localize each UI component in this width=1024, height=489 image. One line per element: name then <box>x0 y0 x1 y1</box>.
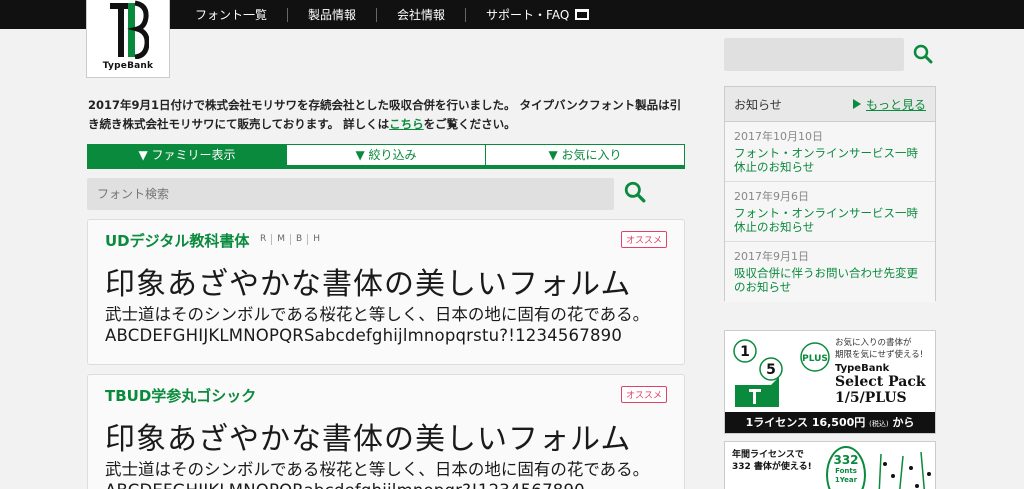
logo-text: TypeBank <box>102 61 154 71</box>
select-pack-message: お気に入りの書体が 期限を気にせず使える! <box>835 337 923 361</box>
annual-license-banner[interactable]: 年間ライセンスで 332 書体が使える! 332 Fonts 1Year <box>724 441 936 489</box>
weight-h[interactable]: H <box>307 234 325 245</box>
year-unit: 1Year <box>834 476 858 484</box>
notice-text-tail: をご覧ください。 <box>423 117 516 131</box>
plus-text: PLUS <box>802 354 828 364</box>
price-tail: から <box>892 416 915 429</box>
nav-support-faq[interactable]: サポート・FAQ <box>465 7 609 22</box>
font-search-icon[interactable] <box>624 181 646 203</box>
site-search-input[interactable] <box>724 38 904 71</box>
num-one-text: 1 <box>740 344 750 360</box>
triangle-right-icon <box>852 99 861 109</box>
decorative-glyphs-icon <box>878 451 931 489</box>
main-nav: フォント一覧 製品情報 会社情報 サポート・FAQ <box>175 0 609 29</box>
font-card[interactable]: TBUD学参丸ゴシック オススメ 印象あざやかな書体の美しいフォルム 武士道はそ… <box>87 374 685 489</box>
select-pack-title: Select Pack <box>835 374 926 390</box>
weight-r[interactable]: R <box>260 234 271 245</box>
news-link[interactable]: フォント・オンラインサービス一時休止のお知らせ <box>734 206 926 234</box>
recommend-badge: オススメ <box>620 386 667 403</box>
font-name[interactable]: TBUD学参丸ゴシック <box>105 385 256 406</box>
weight-b[interactable]: B <box>290 234 307 245</box>
font-count-badge: 332 Fonts 1Year <box>826 446 866 489</box>
recommend-badge: オススメ <box>620 231 667 248</box>
select-pack-banner[interactable]: 1 5 PLUS お気に入りの書体が 期限を気にせず使える! TypeBank … <box>724 330 936 434</box>
news-date: 2017年9月1日 <box>734 250 809 263</box>
num-five-text: 5 <box>766 362 776 378</box>
font-count: 332 <box>833 453 859 467</box>
notice-text: 2017年9月1日付けで株式会社モリサワを存続会社とした吸収合併を行いました。 … <box>88 98 682 131</box>
tab-filter[interactable]: ▼ 絞り込み <box>286 145 485 165</box>
annual-license-text: 年間ライセンスで 332 書体が使える! <box>732 449 812 473</box>
sample-alphanumeric: ABCDEFGHIJKLMNOPQRSabcdefghijlmnopqrstu?… <box>105 326 623 345</box>
view-tabs: ▼ ファミリー表示 ▼ 絞り込み ▼ お気に入り <box>87 144 685 169</box>
select-pack-price: 1ライセンス 16,500円 (税込) から <box>725 412 935 433</box>
select-pack-graphic-icon: 1 5 PLUS <box>733 339 830 407</box>
news-link[interactable]: 吸収合併に伴うお問い合わせ先変更のお知らせ <box>734 266 926 294</box>
nav-company[interactable]: 会社情報 <box>376 7 465 22</box>
news-header: お知らせ もっと見る <box>725 87 935 122</box>
news-panel: お知らせ もっと見る 2017年10月10日 フォント・オンラインサービス一時休… <box>724 86 936 302</box>
font-unit: Fonts <box>835 467 857 475</box>
font-card[interactable]: UDデジタル教科書体 R M B H オススメ 印象あざやかな書体の美しいフォル… <box>87 219 685 365</box>
sample-sentence: 武士道はそのシンボルである桜花と等しく、日本の地に固有の花である。 <box>105 305 650 324</box>
news-link[interactable]: フォント・オンラインサービス一時休止のお知らせ <box>734 146 926 174</box>
news-item[interactable]: 2017年9月6日 フォント・オンラインサービス一時休止のお知らせ <box>725 182 935 242</box>
select-pack-subtitle: 1/5/PLUS <box>835 390 907 406</box>
font-search-input[interactable] <box>87 178 614 210</box>
tab-family-view[interactable]: ▼ ファミリー表示 <box>88 145 286 165</box>
news-title: お知らせ <box>734 97 782 112</box>
news-item[interactable]: 2017年9月1日 吸収合併に伴うお問い合わせ先変更のお知らせ <box>725 242 935 302</box>
notice-link[interactable]: こちら <box>389 117 424 131</box>
logo-mark-icon <box>110 0 149 59</box>
price-main: 1ライセンス 16,500円 <box>745 416 866 429</box>
news-date: 2017年9月6日 <box>734 190 809 203</box>
weight-m[interactable]: M <box>271 234 290 245</box>
annual-line: 年間ライセンスで <box>732 450 804 460</box>
nav-products[interactable]: 製品情報 <box>287 7 376 22</box>
news-date: 2017年10月10日 <box>734 130 823 143</box>
nav-support-label: サポート・FAQ <box>486 7 570 22</box>
sample-alphanumeric: ABCDEFGHIJKLMNOPQRabcdefghijlmnopqr?!123… <box>105 481 585 489</box>
sample-sentence: 武士道はそのシンボルである桜花と等しく、日本の地に固有の花である。 <box>105 460 650 479</box>
site-search-icon[interactable] <box>913 44 933 64</box>
font-name[interactable]: UDデジタル教科書体 <box>105 230 249 251</box>
merger-notice: 2017年9月1日付けで株式会社モリサワを存続会社とした吸収合併を行いました。 … <box>88 96 688 134</box>
weight-list: R M B H <box>260 234 325 245</box>
news-item[interactable]: 2017年10月10日 フォント・オンラインサービス一時休止のお知らせ <box>725 122 935 182</box>
nav-font-list[interactable]: フォント一覧 <box>175 8 287 22</box>
news-more-link[interactable]: もっと見る <box>852 96 926 113</box>
select-pack-brand: TypeBank <box>835 363 890 374</box>
more-label: もっと見る <box>865 97 926 112</box>
external-window-icon <box>575 9 590 20</box>
typebank-logo[interactable]: TypeBank <box>86 0 170 78</box>
msg-line: お気に入りの書体が <box>835 338 912 348</box>
annual-line: 332 書体が使える! <box>732 462 812 472</box>
sample-large-text: 印象あざやかな書体の美しいフォルム <box>105 422 632 457</box>
msg-line: 期限を気にせず使える! <box>835 350 924 360</box>
tab-favorites[interactable]: ▼ お気に入り <box>485 145 684 165</box>
price-tax: (税込) <box>869 420 889 428</box>
sample-large-text: 印象あざやかな書体の美しいフォルム <box>105 267 632 302</box>
